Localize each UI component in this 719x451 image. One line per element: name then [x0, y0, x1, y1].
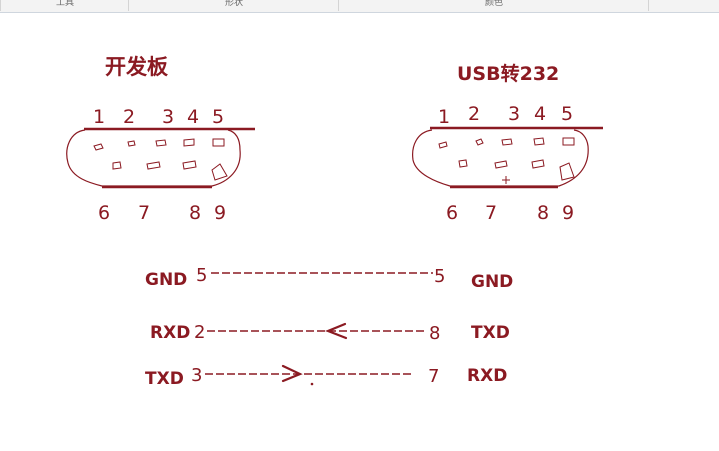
wire-rxd: RXD 2 8 TXD	[150, 322, 510, 344]
wire-rxd-right-label: TXD	[471, 323, 510, 343]
wire-gnd-left-pin: 5	[196, 265, 207, 286]
left-pin-holes	[93, 138, 228, 181]
right-top-pin-1: 1	[438, 106, 450, 128]
right-bottom-pin-7: 7	[485, 202, 497, 224]
wire-rxd-right-pin: 8	[429, 323, 440, 344]
right-bottom-pin-8: 8	[537, 202, 549, 224]
left-bottom-pin-7: 7	[138, 202, 150, 224]
left-top-pin-4: 4	[187, 106, 199, 128]
right-top-pin-3: 3	[508, 103, 520, 125]
left-top-pin-2: 2	[123, 106, 135, 128]
left-bottom-pin-9: 9	[214, 202, 226, 224]
right-bottom-pin-9: 9	[562, 202, 574, 224]
right-top-pin-5: 5	[561, 103, 573, 125]
right-top-pin-4: 4	[534, 103, 546, 125]
right-pin-holes	[438, 137, 575, 184]
wire-gnd-right-label: GND	[471, 272, 513, 292]
wire-gnd-left-label: GND	[145, 270, 187, 290]
wire-gnd-right-pin: 5	[434, 266, 445, 287]
left-bottom-pin-6: 6	[98, 202, 110, 224]
wire-txd-left-pin: 3	[191, 365, 202, 386]
wire-txd-right-label: RXD	[467, 366, 507, 386]
right-top-pin-2: 2	[468, 103, 480, 125]
left-top-pin-5: 5	[212, 106, 224, 128]
wire-txd: TXD 3 7 RXD	[145, 364, 507, 389]
left-bottom-pin-8: 8	[189, 202, 201, 224]
stray-dot	[310, 382, 314, 386]
wire-rxd-left-pin: 2	[194, 322, 205, 343]
wire-txd-left-label: TXD	[145, 369, 184, 389]
crosshair-cursor-icon	[502, 176, 510, 184]
right-bottom-pin-6: 6	[446, 202, 458, 224]
left-top-pin-3: 3	[162, 106, 174, 128]
left-top-pin-1: 1	[93, 106, 105, 128]
wire-gnd: GND 5 5 GND	[145, 265, 513, 292]
left-connector: 开发板 1 2 3 4 5 6 7 8 9	[66, 55, 255, 224]
right-connector-title: USB转232	[457, 62, 559, 85]
wire-txd-right-pin: 7	[428, 366, 439, 387]
right-connector: USB转232 1 2 3 4 5 6 7 8 9	[412, 62, 603, 224]
wire-rxd-left-label: RXD	[150, 323, 190, 343]
left-connector-title: 开发板	[105, 55, 169, 79]
drawing-canvas: 开发板 1 2 3 4 5 6 7 8 9 USB转232 1 2 3 4 5 …	[66, 55, 603, 389]
